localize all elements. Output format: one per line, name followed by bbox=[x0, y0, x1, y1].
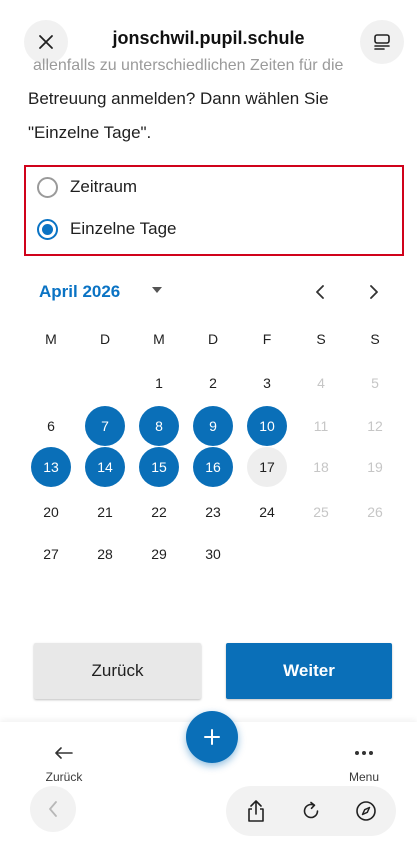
calendar-day[interactable]: 14 bbox=[85, 447, 125, 487]
back-button[interactable]: Zurück bbox=[34, 643, 201, 699]
browser-back-button[interactable] bbox=[30, 786, 76, 832]
calendar-day[interactable]: 1 bbox=[139, 363, 179, 403]
compass-icon bbox=[356, 801, 376, 821]
calendar-day[interactable]: 20 bbox=[31, 492, 71, 532]
calendar-day[interactable]: 7 bbox=[85, 406, 125, 446]
selection-mode-group: Zeitraum Einzelne Tage bbox=[24, 165, 404, 256]
weekday-label: S bbox=[316, 331, 326, 347]
radio-zeitraum[interactable]: Zeitraum bbox=[37, 175, 137, 199]
nav-menu-label: Menu bbox=[348, 770, 380, 784]
weekday-label: D bbox=[99, 331, 111, 347]
compass-button[interactable] bbox=[350, 795, 382, 827]
calendar-day[interactable]: 22 bbox=[139, 492, 179, 532]
more-dots-icon bbox=[355, 751, 373, 755]
page-title: jonschwil.pupil.schule bbox=[112, 28, 305, 48]
calendar-day[interactable]: 21 bbox=[85, 492, 125, 532]
calendar-day[interactable]: 28 bbox=[85, 534, 125, 574]
calendar-day[interactable]: 3 bbox=[247, 363, 287, 403]
intro-text: Betreuung anmelden? Dann wählen Sie "Ein… bbox=[28, 89, 329, 142]
plus-icon bbox=[204, 729, 220, 745]
radio-label: Zeitraum bbox=[70, 177, 138, 196]
chevron-left-icon bbox=[49, 801, 57, 817]
calendar-day[interactable]: 23 bbox=[193, 492, 233, 532]
calendar-day: 5 bbox=[371, 375, 379, 391]
calendar-day[interactable]: 16 bbox=[193, 447, 233, 487]
add-button[interactable] bbox=[186, 711, 238, 763]
nav-back-label: Zurück bbox=[45, 770, 83, 784]
chevron-right-icon bbox=[370, 285, 378, 299]
calendar-day[interactable]: 27 bbox=[31, 534, 71, 574]
calendar-day[interactable]: 17 bbox=[247, 447, 287, 487]
nav-menu-button[interactable]: Menu bbox=[340, 742, 388, 784]
calendar-day: 12 bbox=[367, 418, 383, 434]
reload-icon bbox=[303, 801, 319, 819]
calendar-day[interactable]: 6 bbox=[31, 406, 71, 446]
calendar-day[interactable]: 8 bbox=[139, 406, 179, 446]
reader-mode-icon bbox=[374, 34, 390, 50]
weekday-label: M bbox=[153, 331, 165, 347]
scrolled-text: allenfalls zu unterschiedlichen Zeiten f… bbox=[33, 57, 344, 74]
reload-button[interactable] bbox=[295, 795, 327, 827]
weekday-label: M bbox=[45, 331, 57, 347]
calendar-day[interactable]: 10 bbox=[247, 406, 287, 446]
next-month-button[interactable] bbox=[359, 278, 389, 306]
browser-toolbar bbox=[226, 786, 396, 836]
calendar-day: 11 bbox=[313, 418, 329, 434]
arrow-left-icon bbox=[55, 747, 73, 759]
weekday-label: S bbox=[370, 331, 380, 347]
radio-einzelne-tage[interactable]: Einzelne Tage bbox=[37, 217, 177, 241]
radio-circle-unchecked[interactable] bbox=[37, 176, 58, 198]
month-dropdown-icon[interactable] bbox=[152, 287, 162, 293]
month-selector[interactable]: April 2026 bbox=[39, 280, 120, 304]
calendar-day[interactable]: 2 bbox=[193, 363, 233, 403]
share-button[interactable] bbox=[240, 795, 272, 827]
calendar-day: 25 bbox=[313, 504, 329, 520]
calendar-day: 18 bbox=[313, 459, 329, 475]
calendar-day: 26 bbox=[367, 504, 383, 520]
calendar-day[interactable]: 29 bbox=[139, 534, 179, 574]
month-label: April 2026 bbox=[39, 282, 121, 301]
next-button[interactable]: Weiter bbox=[226, 643, 392, 699]
calendar-day[interactable]: 13 bbox=[31, 447, 71, 487]
nav-back-button[interactable]: Zurück bbox=[40, 742, 88, 784]
radio-label: Einzelne Tage bbox=[70, 219, 177, 238]
calendar-day[interactable]: 24 bbox=[247, 492, 287, 532]
share-icon bbox=[248, 800, 264, 822]
radio-circle-checked[interactable] bbox=[37, 218, 58, 240]
calendar-day: 4 bbox=[317, 375, 325, 391]
weekday-label: D bbox=[207, 331, 219, 347]
previous-month-button[interactable] bbox=[305, 278, 335, 306]
calendar-day[interactable]: 15 bbox=[139, 447, 179, 487]
calendar-day[interactable]: 30 bbox=[193, 534, 233, 574]
calendar-day: 19 bbox=[367, 459, 383, 475]
chevron-left-icon bbox=[316, 285, 324, 299]
weekday-label: F bbox=[262, 331, 272, 347]
calendar-day[interactable]: 9 bbox=[193, 406, 233, 446]
